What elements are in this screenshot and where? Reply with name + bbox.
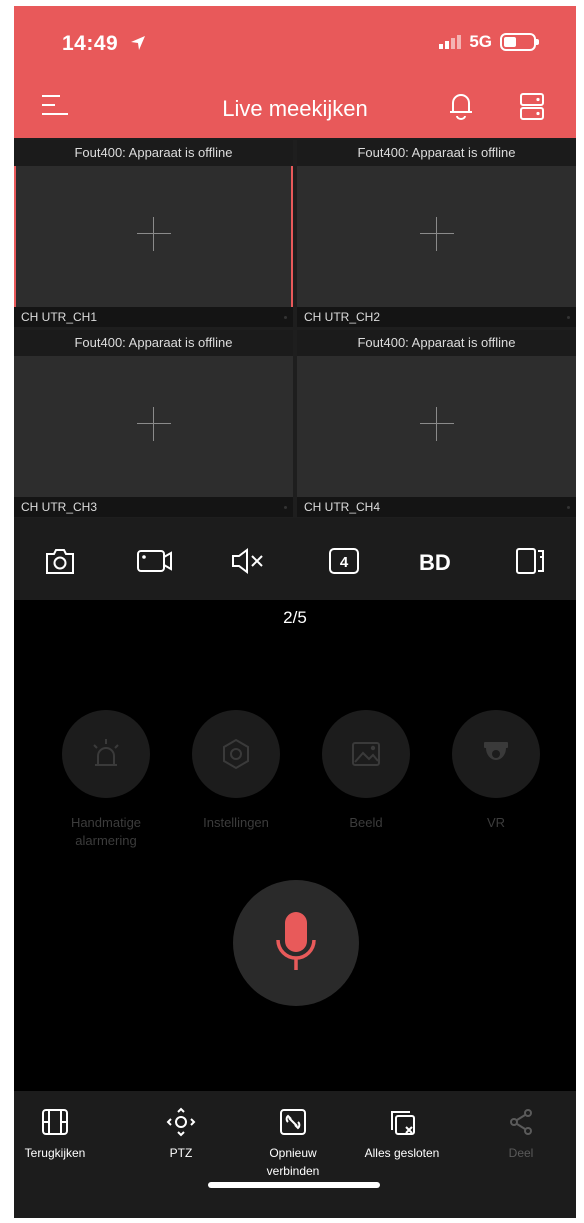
snapshot-button[interactable] (44, 546, 76, 576)
notifications-button[interactable] (446, 90, 476, 127)
device-list-icon (520, 93, 544, 120)
manual-alarm-button[interactable]: Handmatige alarmering (61, 710, 151, 850)
battery-icon (500, 33, 539, 51)
vr-circle (452, 710, 540, 798)
image-circle (322, 710, 410, 798)
device-list-button[interactable] (519, 92, 547, 127)
clock: 14:49 (62, 32, 119, 55)
camera-icon (46, 549, 74, 574)
microphone-icon (276, 912, 316, 970)
playback-label: Terugkijken (24, 1146, 86, 1160)
speaker-muted-icon (232, 548, 263, 574)
rotate-screen-icon (516, 548, 544, 574)
settings-button[interactable]: Instellingen (191, 710, 281, 832)
app-screen: 14:49 5G Live meekijken Fout400: Apparaa… (14, 6, 576, 1218)
video-record-icon (137, 550, 172, 572)
share-icon (510, 1109, 532, 1135)
image-icon (352, 742, 380, 766)
share-label: Deel (508, 1146, 534, 1160)
manual-alarm-label: Handmatige alarmering (70, 815, 142, 848)
record-button[interactable] (136, 546, 174, 576)
vr-label: VR (486, 815, 506, 830)
home-indicator[interactable] (208, 1182, 380, 1188)
add-device-icon[interactable] (419, 406, 454, 441)
header: 14:49 5G Live meekijken (14, 6, 576, 138)
tile-status-dot (284, 316, 287, 319)
tile-channel-label: CH UTR_CH1 (14, 307, 293, 327)
channel-name: CH UTR_CH2 (304, 310, 381, 324)
reconnect-icon (280, 1109, 306, 1135)
close-all-icon (391, 1111, 415, 1135)
tile-error-message: Fout400: Apparaat is offline (14, 330, 293, 356)
bottom-action-bar: Terugkijken PTZ Opnieuw verbinden Alles … (14, 1091, 576, 1218)
status-indicators: 5G (439, 32, 539, 52)
manual-alarm-circle (62, 710, 150, 798)
hex-nut-icon (223, 738, 249, 770)
close-all-button[interactable]: Alles gesloten (352, 1105, 452, 1162)
split-count-label: 4 (340, 554, 349, 571)
quality-button[interactable]: BD (419, 550, 451, 580)
video-tile-2[interactable]: Fout400: Apparaat is offline CH UTR_CH2 (297, 140, 576, 327)
page-indicator: 2/5 (283, 608, 307, 627)
reconnect-button[interactable]: Opnieuw verbinden (243, 1105, 343, 1180)
ptz-label: PTZ (169, 1146, 193, 1160)
tile-error-message: Fout400: Apparaat is offline (297, 140, 576, 166)
add-device-icon[interactable] (136, 406, 171, 441)
playback-button[interactable]: Terugkijken (14, 1105, 105, 1162)
tile-status-dot (284, 506, 287, 509)
video-tile-4[interactable]: Fout400: Apparaat is offline CH UTR_CH4 (297, 330, 576, 517)
network-label: 5G (469, 32, 492, 51)
tile-channel-label: CH UTR_CH4 (297, 497, 576, 517)
bell-icon (450, 94, 472, 120)
signal-icon (439, 35, 462, 49)
tile-channel-label: CH UTR_CH3 (14, 497, 293, 517)
location-arrow-icon (130, 36, 145, 50)
video-tile-3[interactable]: Fout400: Apparaat is offline CH UTR_CH3 (14, 330, 293, 517)
tile-error-message: Fout400: Apparaat is offline (14, 140, 293, 166)
status-time: 14:49 (62, 32, 147, 56)
vr-button[interactable]: VR (451, 710, 541, 832)
settings-label: Instellingen (203, 815, 269, 830)
mute-button[interactable] (230, 546, 266, 576)
split-count-icon: 4 (329, 548, 359, 574)
add-device-icon[interactable] (136, 216, 171, 251)
ptz-button[interactable]: PTZ (131, 1105, 231, 1162)
share-button[interactable]: Deel (471, 1105, 571, 1162)
fullscreen-button[interactable] (514, 546, 546, 576)
dome-camera-icon (484, 742, 508, 760)
alarm-light-icon (93, 739, 119, 766)
image-button[interactable]: Beeld (321, 710, 411, 832)
video-grid: Fout400: Apparaat is offline CH UTR_CH1 … (14, 138, 576, 518)
channel-name: CH UTR_CH3 (21, 500, 98, 514)
ptz-icon (166, 1107, 196, 1137)
channel-name: CH UTR_CH4 (304, 500, 381, 514)
page-title: Live meekijken (222, 96, 368, 121)
add-device-icon[interactable] (419, 216, 454, 251)
live-toolbar: 4 BD (14, 518, 576, 600)
tile-error-message: Fout400: Apparaat is offline (297, 330, 576, 356)
talk-button[interactable] (233, 880, 359, 1006)
tile-status-dot (567, 506, 570, 509)
image-label: Beeld (349, 815, 383, 830)
video-tile-1[interactable]: Fout400: Apparaat is offline CH UTR_CH1 (14, 140, 293, 327)
tile-status-dot (567, 316, 570, 319)
split-screen-button[interactable]: 4 (328, 546, 360, 576)
close-all-label: Alles gesloten (364, 1146, 440, 1160)
channel-name: CH UTR_CH1 (21, 310, 98, 324)
film-icon (42, 1109, 68, 1135)
reconnect-label: Opnieuw verbinden (266, 1146, 320, 1178)
tile-channel-label: CH UTR_CH2 (297, 307, 576, 327)
settings-circle (192, 710, 280, 798)
